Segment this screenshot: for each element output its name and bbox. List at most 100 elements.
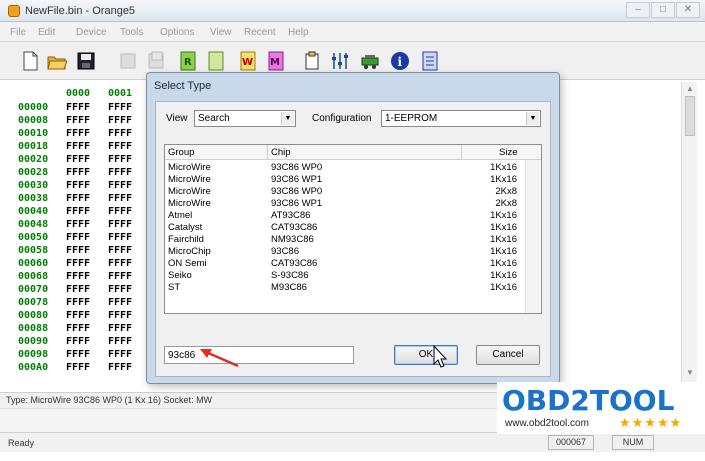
menu-options[interactable]: Options — [160, 27, 194, 38]
hex-row[interactable]: 00010 FFFF FFFF — [8, 128, 138, 140]
list-item[interactable]: MicroWire 93C86 WP0 1Kx16 — [165, 162, 541, 174]
settings-icon[interactable] — [330, 50, 350, 72]
hex-value[interactable]: FFFF — [66, 128, 90, 139]
device-icon[interactable] — [360, 50, 380, 72]
hex-value[interactable]: FFFF — [108, 128, 132, 139]
hex-row[interactable]: 00080 FFFF FFFF — [8, 310, 138, 322]
hex-value[interactable]: FFFF — [108, 284, 132, 295]
hex-value[interactable]: FFFF — [108, 141, 132, 152]
vertical-scrollbar[interactable]: ▲ ▼ — [681, 82, 697, 382]
hex-row[interactable]: 00088 FFFF FFFF — [8, 323, 138, 335]
hex-value[interactable]: FFFF — [108, 336, 132, 347]
list-item[interactable]: MicroWire 93C86 WP1 2Kx8 — [165, 198, 541, 210]
list-item[interactable]: ON Semi CAT93C86 1Kx16 — [165, 258, 541, 270]
hex-value[interactable]: FFFF — [66, 284, 90, 295]
list-item[interactable]: Fairchild NM93C86 1Kx16 — [165, 234, 541, 246]
hex-row[interactable]: 00048 FFFF FFFF — [8, 219, 138, 231]
hex-view[interactable]: 0000 0001 00000 FFFF FFFF 00008 FFFF FFFF 00… — [8, 82, 138, 382]
column-size-header[interactable]: Size — [499, 147, 517, 158]
hex-row[interactable]: 00090 FFFF FFFF — [8, 336, 138, 348]
cancel-button[interactable]: Cancel — [476, 345, 540, 365]
hex-value[interactable]: FFFF — [66, 102, 90, 113]
chevron-down-icon[interactable]: ▼ — [281, 112, 294, 125]
hex-value[interactable]: FFFF — [108, 245, 132, 256]
read-icon[interactable]: R — [178, 50, 198, 72]
notes-icon[interactable] — [420, 50, 440, 72]
hex-value[interactable]: FFFF — [108, 271, 132, 282]
hex-value[interactable]: FFFF — [66, 310, 90, 321]
hex-value[interactable]: FFFF — [66, 180, 90, 191]
hex-value[interactable]: FFFF — [66, 323, 90, 334]
hex-value[interactable]: FFFF — [108, 167, 132, 178]
hex-value[interactable]: FFFF — [108, 297, 132, 308]
hex-row[interactable]: 00000 FFFF FFFF — [8, 102, 138, 114]
hex-value[interactable]: FFFF — [108, 232, 132, 243]
hex-value[interactable]: FFFF — [66, 167, 90, 178]
menu-device[interactable]: Device — [76, 27, 107, 38]
hex-row[interactable]: 00060 FFFF FFFF — [8, 258, 138, 270]
column-chip-header[interactable]: Chip — [271, 147, 291, 158]
list-item[interactable]: MicroChip 93C86 1Kx16 — [165, 246, 541, 258]
hex-row[interactable]: 00078 FFFF FFFF — [8, 297, 138, 309]
hex-value[interactable]: FFFF — [66, 154, 90, 165]
hex-row[interactable]: 00020 FFFF FFFF — [8, 154, 138, 166]
new-file-icon[interactable] — [20, 50, 40, 72]
ascii-view[interactable] — [560, 82, 680, 382]
minimize-button[interactable]: – — [626, 2, 650, 18]
hex-value[interactable]: FFFF — [108, 362, 132, 373]
hex-row[interactable]: 00028 FFFF FFFF — [8, 167, 138, 179]
hex-row[interactable]: 000A0 FFFF FFFF — [8, 362, 138, 374]
hex-value[interactable]: FFFF — [108, 219, 132, 230]
hex-value[interactable]: FFFF — [66, 219, 90, 230]
hex-row[interactable]: 00068 FFFF FFFF — [8, 271, 138, 283]
menu-edit[interactable]: Edit — [38, 27, 55, 38]
hex-row[interactable]: 00050 FFFF FFFF — [8, 232, 138, 244]
hex-value[interactable]: FFFF — [108, 180, 132, 191]
list-item[interactable]: MicroWire 93C86 WP1 1Kx16 — [165, 174, 541, 186]
scroll-down-icon[interactable]: ▼ — [686, 368, 694, 377]
hex-row[interactable]: 00070 FFFF FFFF — [8, 284, 138, 296]
blank-icon[interactable] — [206, 50, 226, 72]
configuration-select[interactable]: 1-EEPROM ▼ — [381, 110, 541, 127]
menu-help[interactable]: Help — [288, 27, 309, 38]
list-scrollbar[interactable] — [525, 160, 540, 313]
hex-value[interactable]: FFFF — [108, 154, 132, 165]
scroll-thumb[interactable] — [685, 96, 695, 136]
hex-row[interactable]: 00098 FFFF FFFF — [8, 349, 138, 361]
ok-button[interactable]: OK — [394, 345, 458, 365]
menu-file[interactable]: File — [10, 27, 26, 38]
list-item[interactable]: Seiko S-93C86 1Kx16 — [165, 270, 541, 282]
hex-value[interactable]: FFFF — [108, 258, 132, 269]
hex-row[interactable]: 00040 FFFF FFFF — [8, 206, 138, 218]
hex-row[interactable]: 00030 FFFF FFFF — [8, 180, 138, 192]
hex-row[interactable]: 00008 FFFF FFFF — [8, 115, 138, 127]
hex-value[interactable]: FFFF — [108, 193, 132, 204]
maximize-button[interactable]: □ — [651, 2, 675, 18]
hex-value[interactable]: FFFF — [66, 271, 90, 282]
list-item[interactable]: Catalyst CAT93C86 1Kx16 — [165, 222, 541, 234]
open-folder-icon[interactable] — [47, 50, 67, 72]
menu-tools[interactable]: Tools — [120, 27, 143, 38]
hex-row[interactable]: 00058 FFFF FFFF — [8, 245, 138, 257]
close-button[interactable]: ✕ — [676, 2, 700, 18]
chip-list[interactable]: Group Chip Size MicroWire 93C86 WP0 1Kx16 … — [164, 144, 542, 314]
save-icon[interactable] — [76, 50, 96, 72]
verify-icon[interactable]: M — [266, 50, 286, 72]
hex-value[interactable]: FFFF — [108, 206, 132, 217]
hex-value[interactable]: FFFF — [108, 102, 132, 113]
hex-value[interactable]: FFFF — [66, 206, 90, 217]
hex-value[interactable]: FFFF — [66, 232, 90, 243]
hex-value[interactable]: FFFF — [66, 297, 90, 308]
column-group-header[interactable]: Group — [168, 147, 194, 158]
hex-row[interactable]: 00018 FFFF FFFF — [8, 141, 138, 153]
info-icon[interactable]: i — [390, 50, 410, 72]
scroll-up-icon[interactable]: ▲ — [686, 84, 694, 93]
hex-value[interactable]: FFFF — [108, 349, 132, 360]
search-input[interactable]: 93c86 — [164, 346, 354, 364]
hex-value[interactable]: FFFF — [108, 115, 132, 126]
hex-value[interactable]: FFFF — [66, 115, 90, 126]
copy-icon[interactable] — [302, 50, 322, 72]
hex-value[interactable]: FFFF — [108, 310, 132, 321]
write-icon[interactable]: W — [238, 50, 258, 72]
menu-view[interactable]: View — [210, 27, 232, 38]
